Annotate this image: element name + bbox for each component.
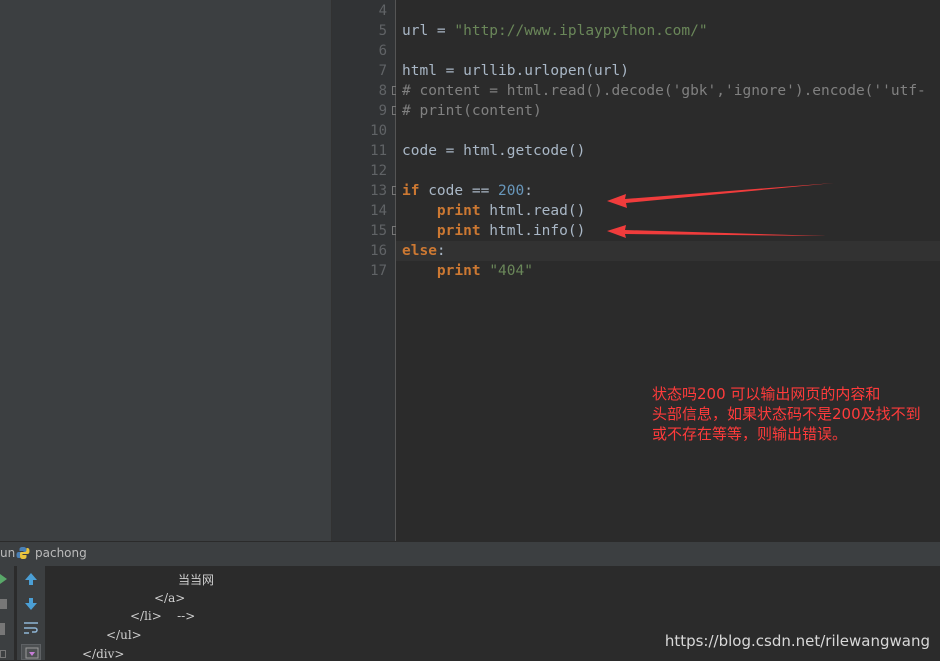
console-line: </li> --> [130, 609, 196, 623]
code-token: html.read() [480, 203, 586, 219]
restore-layout-icon[interactable] [0, 650, 6, 658]
code-token: 200 [498, 183, 525, 199]
code-token: url = [402, 23, 455, 39]
line-number: 10 [370, 123, 387, 139]
code-token: if [402, 183, 420, 199]
stop-icon[interactable] [0, 599, 7, 609]
code-token: : [524, 183, 533, 199]
code-line[interactable]: html = urllib.urlopen(url) [402, 61, 629, 81]
code-token: # print(content) [402, 103, 542, 119]
annotation-line: 或不存在等等，则输出错误。 [652, 425, 848, 443]
line-number: 13 [370, 183, 387, 199]
run-label: un [0, 546, 16, 560]
pause-icon[interactable] [0, 623, 5, 635]
scroll-to-end-icon[interactable] [21, 644, 41, 660]
current-line-highlight [396, 241, 940, 261]
run-toolbar [0, 566, 14, 660]
code-line[interactable]: code = html.getcode() [402, 141, 585, 161]
code-line[interactable]: if code == 200: [402, 181, 533, 201]
line-number-gutter: 4 5 6 7 8 9 10 11 12 13 14 15 16 17 [332, 0, 395, 541]
line-number: 16 [370, 243, 387, 259]
line-number: 14 [370, 203, 387, 219]
line-number: 8 [378, 83, 387, 99]
code-token: # content = html.read().decode('gbk','ig… [402, 83, 926, 99]
code-token: print [436, 203, 481, 219]
code-line[interactable]: # content = html.read().decode('gbk','ig… [402, 81, 926, 101]
annotation-line: 头部信息，如果状态码不是200及找不到 [652, 405, 921, 423]
line-number: 4 [378, 3, 387, 19]
soft-wrap-icon[interactable] [23, 621, 39, 635]
rerun-icon[interactable] [0, 574, 7, 584]
code-line[interactable]: # print(content) [402, 101, 542, 121]
annotation-text: 状态吗200 可以输出网页的内容和 头部信息，如果状态码不是200及找不到 或不… [652, 384, 940, 444]
code-line[interactable]: else: [402, 241, 446, 261]
code-token: else [402, 243, 437, 259]
line-number: 12 [370, 163, 387, 179]
arrow-up-icon[interactable] [24, 572, 38, 586]
code-line[interactable]: print html.read() [402, 201, 585, 221]
line-number: 5 [378, 23, 387, 39]
code-token: : [436, 243, 446, 259]
arrow-down-icon[interactable] [24, 597, 38, 611]
code-token: code == [419, 183, 499, 199]
line-number: 9 [378, 103, 387, 119]
code-token: code = html.getcode() [402, 143, 586, 159]
code-token: html = urllib.urlopen(url) [402, 63, 629, 79]
console-line: </ul> [106, 628, 142, 642]
watermark-url: https://blog.csdn.net/rilewangwang [664, 632, 930, 650]
console-line: </div> [82, 647, 125, 661]
python-icon [16, 546, 30, 560]
code-token: "404" [489, 263, 533, 279]
line-number: 17 [370, 263, 387, 279]
project-panel [0, 0, 331, 541]
code-line[interactable]: print "404" [402, 261, 533, 281]
code-editor[interactable]: url = "http://www.iplaypython.com/" html … [396, 0, 940, 541]
line-number: 15 [370, 223, 387, 239]
code-line[interactable]: print html.info() [402, 221, 585, 241]
annotation-line: 状态吗200 可以输出网页的内容和 [652, 385, 881, 403]
line-number: 11 [370, 143, 387, 159]
run-config-name[interactable]: pachong [35, 546, 87, 560]
run-tool-window-header: un pachong [0, 541, 940, 566]
line-number: 6 [378, 43, 387, 59]
code-line[interactable]: url = "http://www.iplaypython.com/" [402, 21, 708, 41]
console-toolbar [16, 566, 45, 660]
console-line: 当当网 [178, 573, 215, 587]
code-token: "http://www.iplaypython.com/" [454, 23, 708, 39]
code-token: html.info() [480, 223, 586, 239]
console-line: </a> [154, 591, 186, 605]
line-number: 7 [378, 63, 387, 79]
code-token: print [436, 223, 481, 239]
code-token: print [436, 263, 481, 279]
